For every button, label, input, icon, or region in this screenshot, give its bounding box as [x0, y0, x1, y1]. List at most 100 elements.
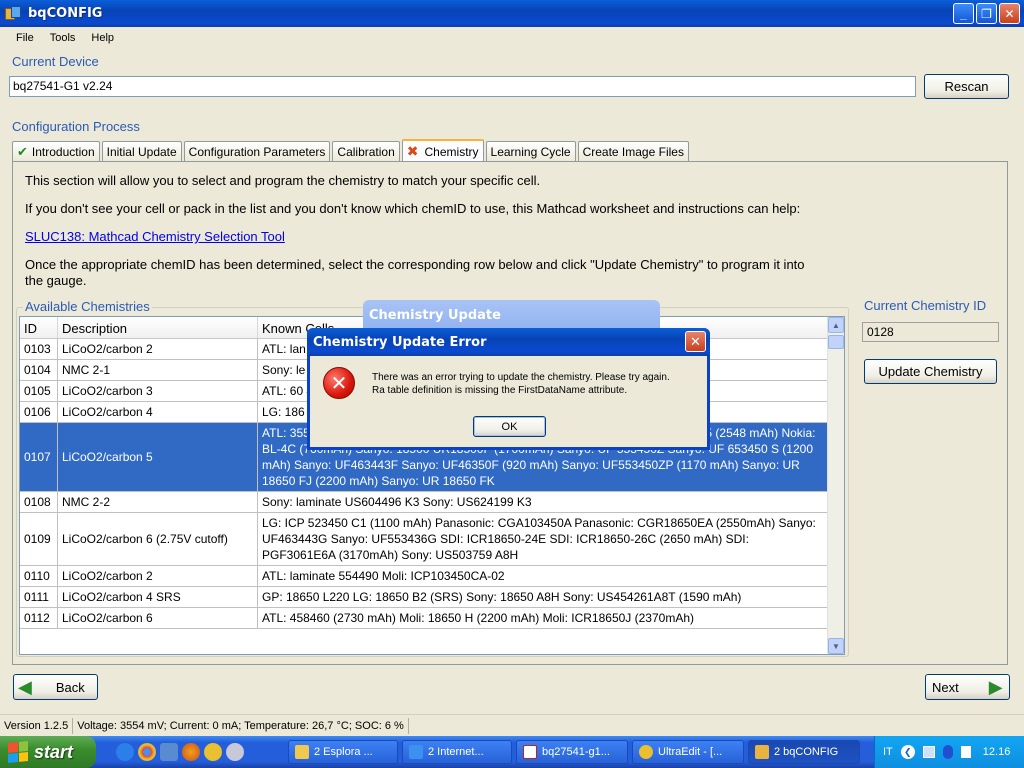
folder-icon: [295, 745, 309, 759]
row-description-cell: LiCoO2/carbon 4: [58, 402, 258, 422]
table-row[interactable]: 0110 LiCoO2/carbon 2 ATL: laminate 554490 …: [20, 566, 844, 587]
error-dialog: Chemistry Update Error ✕ ✕ There was an …: [307, 328, 710, 450]
tab-initial-update[interactable]: Initial Update: [101, 141, 182, 161]
table-row[interactable]: 0108 NMC 2-2 Sony: laminate US604496 K3 So…: [20, 492, 844, 513]
rescan-button[interactable]: Rescan: [924, 74, 1009, 99]
windows-logo-icon: [8, 740, 28, 764]
tab-create-image-files[interactable]: Create Image Files: [577, 141, 689, 161]
network-icon[interactable]: [922, 746, 935, 758]
tray-arrow-icon[interactable]: ❮: [900, 745, 915, 759]
check-icon: ✔: [17, 143, 28, 159]
taskbar: start 2 Esplora ... 2 Internet... bq2754…: [0, 736, 1024, 768]
scroll-down-icon[interactable]: ▼: [828, 638, 844, 654]
task-bqconfig[interactable]: 2 bqCONFIG: [748, 740, 860, 764]
row-known-cells-cell: LG: ICP 523450 C1 (1100 mAh) Panasonic: …: [258, 513, 828, 565]
table-row[interactable]: 0112 LiCoO2/carbon 6 ATL: 458460 (2730 mAh…: [20, 608, 844, 629]
current-chemistry-id: 0128: [862, 322, 999, 342]
restore-button[interactable]: ❐: [976, 3, 997, 24]
media-player-icon[interactable]: [226, 743, 244, 761]
row-known-cells-cell: Sony: laminate US604496 K3 Sony: US62419…: [258, 492, 828, 512]
chrome-icon[interactable]: [138, 743, 156, 761]
row-description-cell: LiCoO2/carbon 2: [58, 566, 258, 586]
firefox-icon[interactable]: [182, 743, 200, 761]
clock[interactable]: 12.16: [983, 746, 1011, 758]
row-id-cell: 0112: [20, 608, 58, 628]
column-id[interactable]: ID: [20, 317, 58, 338]
row-id-cell: 0103: [20, 339, 58, 359]
current-chemistry-label: Current Chemistry ID: [862, 298, 989, 313]
row-description-cell: LiCoO2/carbon 6: [58, 608, 258, 628]
task-explorer[interactable]: 2 Esplora ...: [288, 740, 398, 764]
title-bar: bqCONFIG _ ❐ ✕: [0, 0, 1024, 27]
error-icon: ✕: [323, 367, 355, 399]
back-button[interactable]: ◀ Back: [13, 674, 98, 700]
scroll-thumb[interactable]: [828, 335, 844, 349]
ie-icon[interactable]: [116, 743, 134, 761]
ok-button[interactable]: OK: [473, 416, 546, 437]
row-id-cell: 0109: [20, 513, 58, 565]
bqconfig-app-icon: [4, 5, 22, 23]
readings-status: Voltage: 3554 mV; Current: 0 mA; Tempera…: [73, 717, 409, 734]
window-title: bqCONFIG: [28, 6, 103, 21]
minimize-button[interactable]: _: [953, 3, 974, 24]
scroll-up-icon[interactable]: ▲: [828, 317, 844, 333]
row-description-cell: LiCoO2/carbon 6 (2.75V cutoff): [58, 513, 258, 565]
bluetooth-icon[interactable]: [942, 745, 953, 759]
menu-tools[interactable]: Tools: [42, 30, 84, 46]
close-button[interactable]: ✕: [999, 3, 1020, 24]
config-process-label: Configuration Process: [12, 119, 140, 134]
intro-text: This section will allow you to select an…: [25, 173, 541, 188]
tab-configuration-parameters[interactable]: Configuration Parameters: [183, 141, 331, 161]
task-pdf[interactable]: bq27541-g1...: [516, 740, 628, 764]
volume-icon[interactable]: [960, 746, 971, 758]
mathcad-link[interactable]: SLUC138: Mathcad Chemistry Selection Too…: [25, 229, 285, 244]
start-button[interactable]: start: [0, 736, 96, 768]
row-description-cell: NMC 2-1: [58, 360, 258, 380]
row-id-cell: 0104: [20, 360, 58, 380]
tab-introduction[interactable]: ✔ Introduction: [12, 141, 100, 161]
update-chemistry-button[interactable]: Update Chemistry: [864, 359, 997, 384]
chemistry-update-title: Chemistry Update: [369, 308, 501, 323]
ultraedit-icon: [639, 745, 653, 759]
column-description[interactable]: Description: [58, 317, 258, 338]
row-description-cell: LiCoO2/carbon 2: [58, 339, 258, 359]
back-arrow-icon: ◀: [18, 676, 32, 697]
tab-chemistry[interactable]: ✖ Chemistry: [401, 139, 484, 162]
next-button[interactable]: Next ▶: [925, 674, 1010, 700]
menu-help[interactable]: Help: [83, 30, 122, 46]
row-known-cells-cell: ATL: 458460 (2730 mAh) Moli: 18650 H (22…: [258, 608, 828, 628]
quick-launch: [116, 743, 244, 761]
task-ultraedit[interactable]: UltraEdit - [...: [632, 740, 744, 764]
next-arrow-icon: ▶: [988, 676, 1003, 697]
row-id-cell: 0110: [20, 566, 58, 586]
outlook-icon[interactable]: [160, 743, 178, 761]
table-scrollbar[interactable]: ▲ ▼: [827, 317, 844, 654]
instructions-text: Once the appropriate chemID has been det…: [25, 257, 805, 288]
system-tray: IT ❮ 12.16: [874, 736, 1024, 768]
pdf-icon: [523, 745, 537, 759]
row-description-cell: NMC 2-2: [58, 492, 258, 512]
error-message: There was an error trying to update the …: [372, 372, 670, 396]
tab-learning-cycle[interactable]: Learning Cycle: [485, 141, 576, 161]
row-id-cell: 0105: [20, 381, 58, 401]
tab-calibration[interactable]: Calibration: [332, 141, 400, 161]
ultraedit-icon[interactable]: [204, 743, 222, 761]
language-indicator[interactable]: IT: [883, 746, 893, 758]
row-known-cells-cell: ATL: laminate 554490 Moli: ICP103450CA-0…: [258, 566, 828, 586]
table-row[interactable]: 0109 LiCoO2/carbon 6 (2.75V cutoff) LG: IC…: [20, 513, 844, 566]
row-known-cells-cell: GP: 18650 L220 LG: 18650 B2 (SRS) Sony: …: [258, 587, 828, 607]
device-field[interactable]: bq27541-G1 v2.24: [9, 76, 916, 97]
error-close-button[interactable]: ✕: [685, 331, 706, 352]
row-id-cell: 0111: [20, 587, 58, 607]
task-internet[interactable]: 2 Internet...: [402, 740, 512, 764]
row-id-cell: 0106: [20, 402, 58, 422]
row-description-cell: LiCoO2/carbon 4 SRS: [58, 587, 258, 607]
task-list: 2 Esplora ... 2 Internet... bq27541-g1..…: [284, 740, 860, 764]
error-dialog-title: Chemistry Update Error: [307, 328, 710, 356]
status-bar: Version 1.2.5 Voltage: 3554 mV; Current:…: [0, 714, 1024, 736]
config-tabs: ✔ Introduction Initial Update Configurati…: [12, 139, 691, 162]
bqconfig-icon: [755, 745, 769, 759]
x-icon: ✖: [406, 143, 419, 159]
table-row[interactable]: 0111 LiCoO2/carbon 4 SRS GP: 18650 L220 LG…: [20, 587, 844, 608]
menu-file[interactable]: File: [8, 30, 42, 46]
